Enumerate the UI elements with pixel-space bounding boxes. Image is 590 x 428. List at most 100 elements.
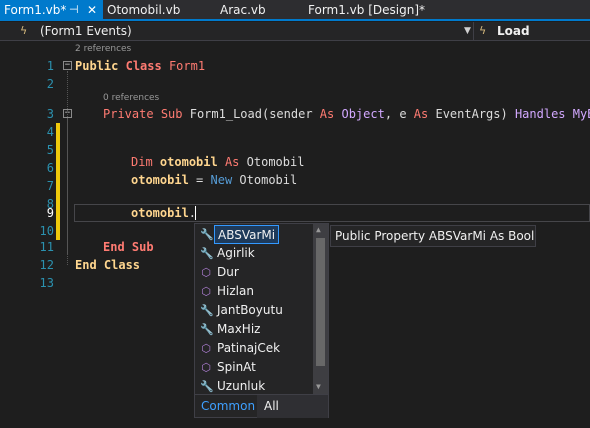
tab-label: Form1.vb [Design]* bbox=[308, 3, 426, 17]
keyword: Public bbox=[75, 59, 119, 73]
completion-item-label: MaxHiz bbox=[217, 322, 261, 336]
tab-label: Form1.vb* bbox=[4, 3, 67, 17]
param: (sender bbox=[261, 107, 313, 121]
member-dropdown-label: Load bbox=[497, 24, 530, 38]
completion-item-label: SpinAt bbox=[217, 360, 256, 374]
events-dropdown[interactable]: ϟ (Form1 Events) ▼ bbox=[0, 22, 474, 41]
punctuation: , bbox=[384, 107, 393, 121]
wrench-icon: 🔧 bbox=[200, 228, 214, 241]
text-caret bbox=[195, 206, 196, 220]
close-icon[interactable]: ✕ bbox=[87, 0, 97, 20]
method-name: Form1_Load bbox=[189, 107, 262, 121]
intellisense-completion-list[interactable]: 🔧 ABSVarMi 🔧 Agirlik ⬡ Dur ⬡ Hizlan 🔧 Ja… bbox=[194, 223, 329, 418]
param: e bbox=[399, 107, 407, 121]
scroll-down-icon[interactable]: ▼ bbox=[316, 382, 321, 391]
variable: otomobil bbox=[131, 206, 189, 220]
document-tab-strip: Form1.vb* ⊣ ✕ Otomobil.vb Arac.vb Form1.… bbox=[0, 0, 590, 21]
keyword: End Sub bbox=[103, 240, 154, 254]
tab-arac-vb[interactable]: Arac.vb bbox=[220, 0, 266, 21]
tab-label: Otomobil.vb bbox=[107, 3, 181, 17]
wrench-icon: 🔧 bbox=[200, 323, 214, 336]
completion-scrollbar[interactable]: ▲ ▼ bbox=[313, 224, 328, 394]
line-number: 13 bbox=[39, 276, 54, 290]
quick-info-tooltip: Public Property ABSVarMi As Boolean bbox=[330, 225, 536, 247]
method-cube-icon: ⬡ bbox=[201, 361, 211, 374]
completion-item-agirlik[interactable]: 🔧 Agirlik bbox=[196, 244, 311, 263]
scroll-up-icon[interactable]: ▲ bbox=[316, 225, 321, 234]
code-line-7: Dim otomobil As Otomobil bbox=[131, 153, 304, 171]
tab-form1-vb[interactable]: Form1.vb* ⊣ ✕ bbox=[0, 0, 103, 21]
method-cube-icon: ⬡ bbox=[201, 285, 211, 298]
line-number: 3 bbox=[46, 107, 54, 121]
class-name: Form1 bbox=[168, 59, 206, 73]
keyword: As bbox=[319, 107, 335, 121]
completion-item-spinat[interactable]: ⬡ SpinAt bbox=[196, 358, 311, 377]
filter-tab-all[interactable]: All bbox=[257, 395, 328, 418]
pin-icon[interactable]: ⊣ bbox=[69, 0, 79, 20]
filter-tab-common[interactable]: Common bbox=[195, 395, 257, 418]
tab-label: Arac.vb bbox=[220, 3, 266, 17]
type-name: EventArgs) bbox=[435, 107, 508, 121]
completion-item-label: Dur bbox=[217, 265, 239, 279]
operator: = bbox=[196, 173, 204, 187]
code-line-3: Private Sub Form1_Load(sender As Object,… bbox=[103, 105, 590, 123]
completion-item-hizlan[interactable]: ⬡ Hizlan bbox=[196, 282, 311, 301]
completion-item-maxhiz[interactable]: 🔧 MaxHiz bbox=[196, 320, 311, 339]
codelens-references[interactable]: 2 references bbox=[75, 44, 131, 54]
tab-otomobil-vb[interactable]: Otomobil.vb bbox=[107, 0, 180, 21]
line-number: 4 bbox=[46, 125, 54, 139]
line-number: 6 bbox=[46, 161, 54, 175]
keyword: As bbox=[413, 107, 429, 121]
method-cube-icon: ⬡ bbox=[201, 342, 211, 355]
keyword: Handles bbox=[514, 107, 566, 121]
collapse-icon[interactable]: − bbox=[63, 61, 72, 70]
wrench-icon: 🔧 bbox=[200, 304, 214, 317]
event-bolt-icon: ϟ bbox=[479, 24, 487, 37]
line-number: 11 bbox=[39, 240, 54, 254]
line-number: 2 bbox=[46, 77, 54, 91]
keyword: As bbox=[224, 155, 240, 169]
tab-form1-design[interactable]: Form1.vb [Design]* bbox=[308, 0, 425, 21]
completion-item-absvarmi[interactable]: 🔧 ABSVarMi bbox=[196, 225, 311, 244]
outline-guide bbox=[67, 119, 68, 254]
method-cube-icon: ⬡ bbox=[201, 266, 211, 279]
code-line-9: otomobil. bbox=[131, 204, 196, 222]
line-number: 12 bbox=[39, 258, 54, 272]
completion-item-label: ABSVarMi bbox=[214, 225, 280, 244]
handles-target: MyBa bbox=[572, 107, 590, 121]
codelens-references[interactable]: 0 references bbox=[103, 93, 159, 103]
code-line-11: End Sub bbox=[103, 238, 154, 256]
line-number: 7 bbox=[46, 179, 54, 193]
chevron-down-icon: ▼ bbox=[464, 26, 471, 36]
scrollbar-thumb[interactable] bbox=[316, 238, 325, 366]
line-number: 5 bbox=[46, 143, 54, 157]
type-name: Otomobil bbox=[239, 173, 298, 187]
modified-lines-marker bbox=[56, 123, 60, 240]
variable: otomobil bbox=[159, 155, 218, 169]
completion-item-patinajcek[interactable]: ⬡ PatinajCek bbox=[196, 339, 311, 358]
type-name: Otomobil bbox=[246, 155, 305, 169]
line-number: 1 bbox=[46, 59, 54, 73]
wrench-icon: 🔧 bbox=[200, 247, 214, 260]
navigation-bar: ϟ (Form1 Events) ▼ ϟ Load bbox=[0, 22, 590, 41]
keyword: Class bbox=[125, 59, 162, 73]
keyword: New bbox=[210, 173, 233, 187]
code-line-12: End Class bbox=[75, 256, 140, 274]
type-name: Object bbox=[341, 107, 385, 121]
completion-item-jantboyutu[interactable]: 🔧 JantBoyutu bbox=[196, 301, 311, 320]
completion-filter-tabs: Common All bbox=[195, 394, 328, 418]
completion-item-label: Agirlik bbox=[217, 246, 255, 260]
completion-item-label: JantBoyutu bbox=[217, 303, 283, 317]
member-dropdown[interactable]: ϟ Load bbox=[475, 22, 590, 41]
event-bolt-icon: ϟ bbox=[20, 24, 28, 37]
keyword: End Class bbox=[75, 258, 141, 272]
keyword: Private bbox=[103, 107, 154, 121]
keyword: Sub bbox=[160, 107, 183, 121]
events-dropdown-label: (Form1 Events) bbox=[40, 24, 132, 38]
completion-item-label: Hizlan bbox=[217, 284, 254, 298]
code-line-8: otomobil = New Otomobil bbox=[131, 171, 297, 189]
completion-item-dur[interactable]: ⬡ Dur bbox=[196, 263, 311, 282]
keyword: Dim bbox=[131, 155, 153, 169]
line-number: 9 bbox=[46, 206, 54, 220]
completion-item-label: PatinajCek bbox=[217, 341, 281, 355]
